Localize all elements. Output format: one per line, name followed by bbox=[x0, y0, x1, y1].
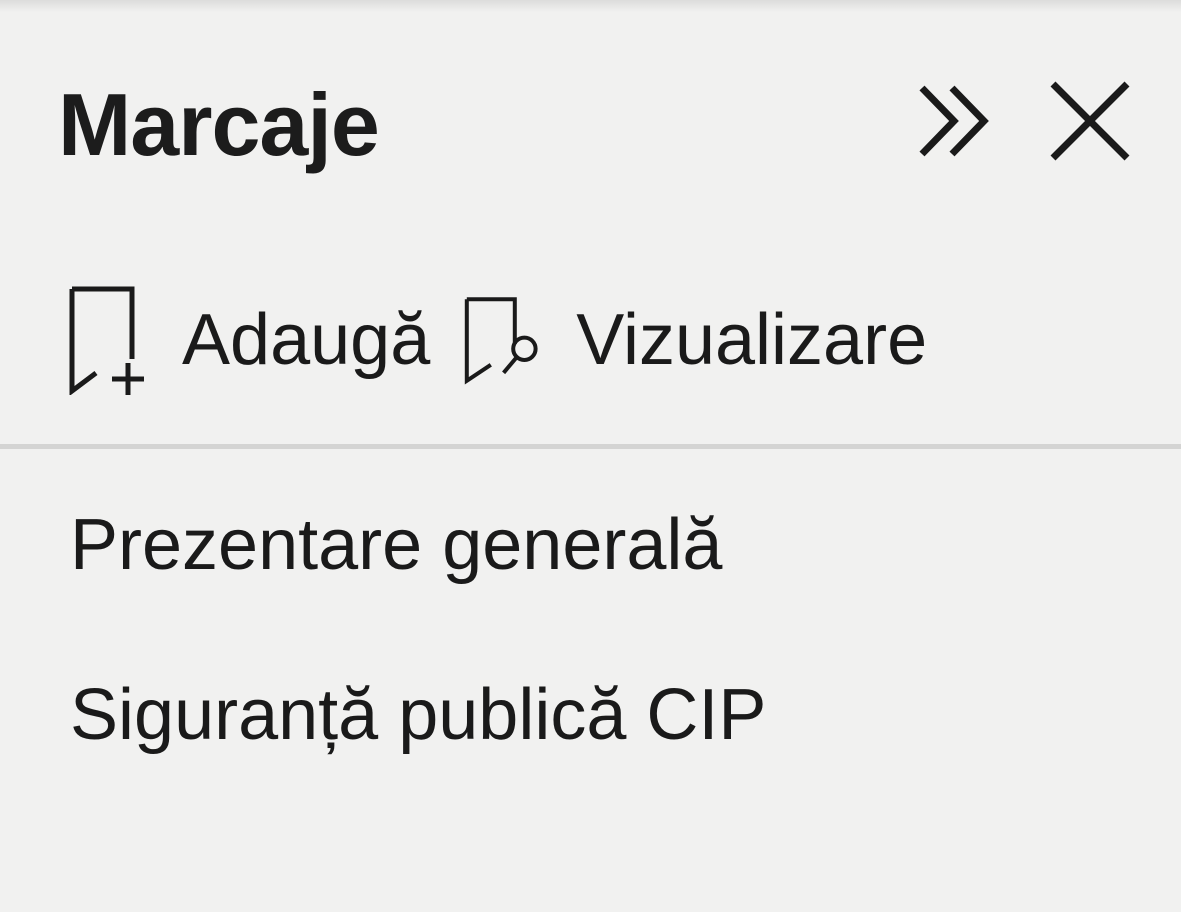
bookmark-list: Prezentare generală Siguranță publică CI… bbox=[0, 490, 1181, 830]
view-bookmarks-label: Vizualizare bbox=[576, 300, 928, 380]
bookmark-toolbar: Adaugă Vizualizare bbox=[66, 280, 927, 400]
add-bookmark-label: Adaugă bbox=[182, 300, 431, 380]
bookmark-add-icon bbox=[66, 285, 146, 395]
bookmark-item[interactable]: Prezentare generală bbox=[0, 490, 1181, 660]
add-bookmark-button[interactable]: Adaugă bbox=[66, 280, 462, 400]
bookmarks-panel: Marcaje Adaugă Vizualizare Prezentare ge… bbox=[0, 0, 1181, 912]
double-chevron-right-icon bbox=[910, 76, 1000, 171]
bookmark-view-icon bbox=[462, 285, 542, 395]
bookmark-item[interactable]: Siguranță publică CIP bbox=[0, 660, 1181, 830]
panel-top-edge bbox=[0, 0, 1181, 12]
close-panel-button[interactable] bbox=[1045, 78, 1135, 168]
panel-title: Marcaje bbox=[58, 75, 380, 174]
expand-panel-button[interactable] bbox=[910, 78, 1000, 168]
view-bookmarks-button[interactable]: Vizualizare bbox=[462, 280, 927, 400]
divider bbox=[0, 444, 1181, 449]
close-icon bbox=[1045, 76, 1135, 171]
